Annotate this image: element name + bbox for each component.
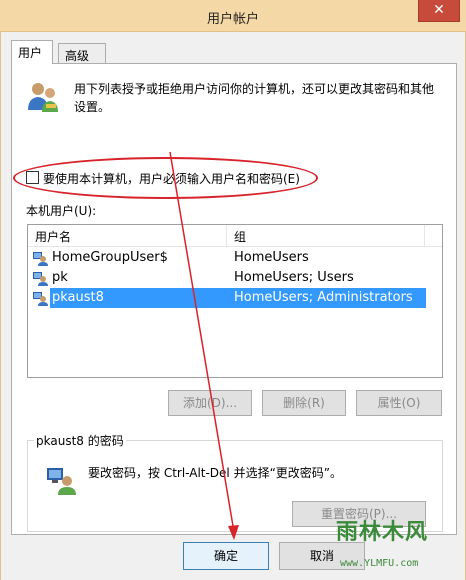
local-users-label: 本机用户(U): <box>26 204 97 218</box>
properties-button[interactable]: 属性(O) <box>356 390 442 416</box>
watermark-text: 雨林木风 <box>336 520 429 545</box>
list-header: 用户名 组 <box>28 225 442 247</box>
user-icon <box>33 252 48 266</box>
ok-button[interactable]: 确定 <box>183 542 269 570</box>
password-group-title: pkaust8 的密码 <box>34 432 126 449</box>
title-bar: 用户帐户 ✕ <box>0 0 466 32</box>
watermark-url: www.YLMFU.com <box>340 558 419 569</box>
user-key-icon <box>47 468 76 495</box>
users-icon <box>28 83 58 112</box>
delete-user-button[interactable]: 删除(R) <box>262 390 346 416</box>
tab-advanced[interactable]: 高级 <box>58 43 106 65</box>
column-divider <box>424 225 425 247</box>
row-group: HomeUsers <box>234 250 309 265</box>
user-icon <box>33 272 48 286</box>
column-header-username[interactable]: 用户名 <box>35 228 71 245</box>
row-username: pkaust8 <box>50 288 230 308</box>
users-panel: 用下列表授予或拒绝用户访问你的计算机，还可以更改其密码和其他设置。 要使用本计算… <box>11 63 457 535</box>
intro-text: 用下列表授予或拒绝用户访问你的计算机，还可以更改其密码和其他设置。 <box>74 82 435 114</box>
window-title: 用户帐户 <box>206 12 259 27</box>
user-icon <box>33 292 48 306</box>
row-group: HomeUsers; Users <box>234 270 354 285</box>
dialog-body: 用户 高级 用下列表授予或拒绝用户访问你的计算机，还可以更改其密码和其他设置。 … <box>0 32 466 580</box>
password-hint: 要改密码，按 Ctrl-Alt-Del 并选择“更改密码”。 <box>88 466 343 480</box>
table-row[interactable]: HomeGroupUser$ HomeUsers <box>28 248 426 268</box>
row-group: HomeUsers; Administrators <box>230 288 426 308</box>
table-row[interactable]: pk HomeUsers; Users <box>28 268 426 288</box>
table-row-selected[interactable]: pkaust8 HomeUsers; Administrators <box>28 288 426 308</box>
annotation-ellipse <box>13 157 318 199</box>
add-user-button[interactable]: 添加(D)... <box>168 390 252 416</box>
column-divider <box>226 225 227 247</box>
column-header-group[interactable]: 组 <box>234 228 246 245</box>
close-button[interactable]: ✕ <box>418 0 460 22</box>
row-username: HomeGroupUser$ <box>52 250 168 265</box>
watermark-logo: 雨林木风 www.YLMFU.com <box>330 512 466 580</box>
row-username: pk <box>52 270 68 285</box>
tab-users[interactable]: 用户 <box>11 40 53 64</box>
users-list[interactable]: 用户名 组 HomeGroupUser$ HomeUsers pk HomeUs… <box>27 224 443 378</box>
